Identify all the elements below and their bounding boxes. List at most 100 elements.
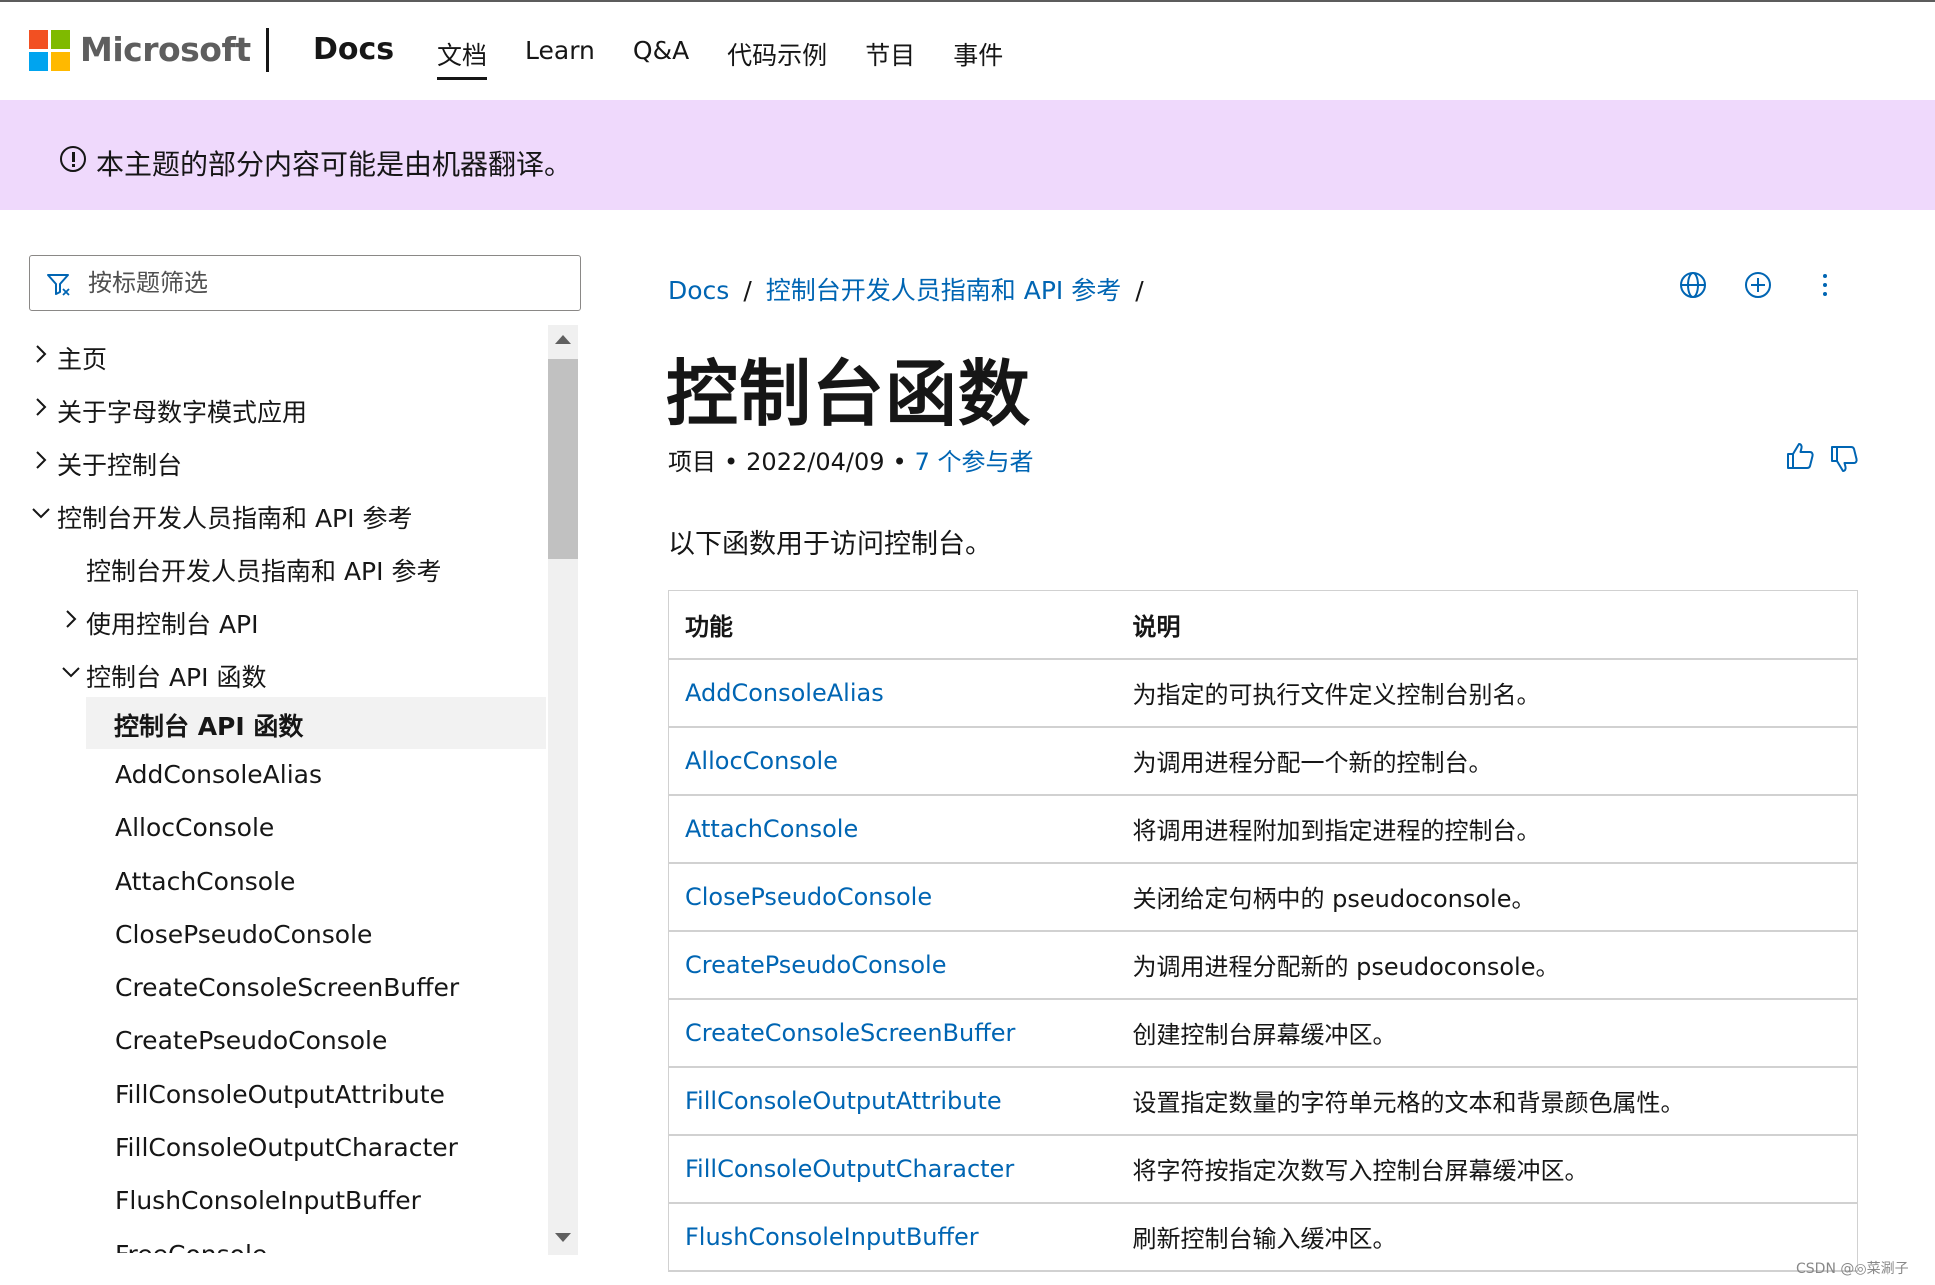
toc-scrollbar[interactable] [548,325,578,1255]
breadcrumb: Docs / 控制台开发人员指南和 API 参考 / [668,271,1158,307]
breadcrumb-separator: / [743,276,752,305]
function-description: 将字符按指定次数写入控制台屏幕缓冲区。 [1116,1134,1858,1204]
functions-table: 功能 说明 AddConsoleAlias 为指定的可执行文件定义控制台别名。 … [668,590,1858,1272]
function-link[interactable]: AttachConsole [668,794,1117,864]
toc-item-api-functions-selected[interactable]: 控制台 API 函数 [86,697,546,749]
function-link[interactable]: AddConsoleAlias [668,658,1117,728]
chevron-right-icon [36,398,47,416]
nav-docs[interactable]: 文档 [437,36,488,80]
globe-icon[interactable] [1678,270,1708,300]
toc-filter-input[interactable] [88,266,558,300]
table-row: AllocConsole 为调用进程分配一个新的控制台。 [668,726,1858,796]
scroll-down-arrow-icon[interactable] [555,1233,571,1242]
function-link[interactable]: ClosePseudoConsole [668,862,1117,932]
table-of-contents: 主页 关于字母数字模式应用 关于控制台 控制台开发人员指南和 API 参考 控制… [29,330,546,1253]
header-divider [266,28,269,72]
microsoft-wordmark[interactable]: Microsoft [80,30,251,69]
toc-item-fillconsoleoutputcharacter[interactable]: FillConsoleOutputCharacter [29,1123,546,1175]
column-header-function: 功能 [668,590,1117,660]
toc-item-createconsolescreenbuffer[interactable]: CreateConsoleScreenBuffer [29,963,546,1015]
toc-item-dev-guide-overview[interactable]: 控制台开发人员指南和 API 参考 [29,542,546,594]
function-link[interactable]: CreateConsoleScreenBuffer [668,998,1117,1068]
table-row: CreateConsoleScreenBuffer 创建控制台屏幕缓冲区。 [668,998,1858,1068]
toc-item-createpseudoconsole[interactable]: CreatePseudoConsole [29,1016,546,1068]
toc-item-label: 使用控制台 API [86,610,259,639]
scroll-up-arrow-icon[interactable] [555,335,571,344]
toc-item-closepseudoconsole[interactable]: ClosePseudoConsole [29,910,546,962]
function-link[interactable]: FillConsoleOutputAttribute [668,1066,1117,1136]
toc-item-label: 关于控制台 [57,451,183,480]
docs-brand-link[interactable]: Docs [313,32,394,67]
toc-item-label: FillConsoleOutputAttribute [115,1080,445,1109]
toc-item-addconsolealias[interactable]: AddConsoleAlias [29,750,546,802]
toc-item-about-console[interactable]: 关于控制台 [29,436,546,488]
article-meta: 项目 • 2022/04/09 • 7 个参与者 [668,448,1034,476]
toc-item-label: 主页 [57,345,108,374]
function-description: 为调用进程分配一个新的控制台。 [1116,726,1858,796]
scrollbar-thumb[interactable] [548,359,578,559]
thumbs-up-icon[interactable] [1784,440,1816,472]
table-row: AttachConsole 将调用进程附加到指定进程的控制台。 [668,794,1858,864]
toc-item-flushconsoleinputbuffer[interactable]: FlushConsoleInputBuffer [29,1176,546,1228]
nav-code-samples[interactable]: 代码示例 [727,36,827,72]
toc-item-home[interactable]: 主页 [29,330,546,382]
site-header: Microsoft Docs 文档 Learn Q&A 代码示例 节目 事件 [0,2,1935,100]
microsoft-logo-icon[interactable] [29,30,70,71]
breadcrumb-docs[interactable]: Docs [668,276,729,305]
table-row: FillConsoleOutputAttribute 设置指定数量的字符单元格的… [668,1066,1858,1136]
page-title: 控制台函数 [666,352,1032,436]
breadcrumb-dev-guide[interactable]: 控制台开发人员指南和 API 参考 [766,276,1121,305]
filter-icon [47,274,70,296]
function-link[interactable]: FillConsoleOutputCharacter [668,1134,1117,1204]
function-link[interactable]: CreatePseudoConsole [668,930,1117,1000]
toc-item-label: AddConsoleAlias [115,760,322,789]
info-icon [60,146,86,172]
toc-item-label: 控制台 API 函数 [114,712,304,741]
table-row: CreatePseudoConsole 为调用进程分配新的 pseudocons… [668,930,1858,1000]
toc-item-label: ClosePseudoConsole [115,920,373,949]
toc-item-attachconsole[interactable]: AttachConsole [29,857,546,909]
nav-events[interactable]: 事件 [953,36,1003,72]
toc-item-api-functions[interactable]: 控制台 API 函数 [29,648,546,700]
chevron-down-icon [32,508,50,519]
toc-item-freeconsole[interactable]: FreeConsole [29,1230,546,1253]
more-icon[interactable] [1810,270,1840,300]
toc-item-label: CreatePseudoConsole [115,1026,388,1055]
chevron-right-icon [36,451,47,469]
nav-qa[interactable]: Q&A [633,36,689,72]
thumbs-down-icon[interactable] [1828,443,1860,475]
function-link[interactable]: FlushConsoleInputBuffer [668,1202,1117,1272]
breadcrumb-separator: / [1135,276,1144,305]
table-row: AddConsoleAlias 为指定的可执行文件定义控制台别名。 [668,658,1858,728]
csdn-watermark: CSDN @◎菜涮子 [1796,1261,1909,1277]
chevron-down-icon [62,667,80,678]
toc-item-label: 控制台开发人员指南和 API 参考 [57,504,413,533]
table-header-row: 功能 说明 [668,590,1858,660]
add-icon[interactable] [1743,270,1773,300]
toc-item-alphanumeric[interactable]: 关于字母数字模式应用 [29,383,546,435]
toc-item-fillconsoleoutputattribute[interactable]: FillConsoleOutputAttribute [29,1070,546,1122]
nav-learn[interactable]: Learn [525,36,595,72]
function-link[interactable]: AllocConsole [668,726,1117,796]
toc-item-label: CreateConsoleScreenBuffer [115,973,460,1002]
toc-item-using-api[interactable]: 使用控制台 API [29,595,546,647]
toc-item-allocconsole[interactable]: AllocConsole [29,803,546,855]
toc-item-dev-guide[interactable]: 控制台开发人员指南和 API 参考 [29,489,546,541]
contributors-link[interactable]: 7 个参与者 [915,448,1034,476]
column-header-description: 说明 [1116,590,1858,660]
toc-item-label: FlushConsoleInputBuffer [115,1186,421,1215]
toc-item-label: AttachConsole [115,867,296,896]
toc-filter[interactable] [29,255,581,311]
meta-type: 项目 [668,448,716,476]
function-description: 刷新控制台输入缓冲区。 [1116,1202,1858,1272]
table-row: FlushConsoleInputBuffer 刷新控制台输入缓冲区。 [668,1202,1858,1272]
function-description: 创建控制台屏幕缓冲区。 [1116,998,1858,1068]
chevron-right-icon [36,345,47,363]
nav-shows[interactable]: 节目 [865,36,915,72]
function-description: 将调用进程附加到指定进程的控制台。 [1116,794,1858,864]
toc-item-label: 控制台 API 函数 [86,663,267,692]
table-row: ClosePseudoConsole 关闭给定句柄中的 pseudoconsol… [668,862,1858,932]
intro-text: 以下函数用于访问控制台。 [668,529,992,560]
toc-item-label: 关于字母数字模式应用 [57,398,308,427]
function-description: 为指定的可执行文件定义控制台别名。 [1116,658,1858,728]
